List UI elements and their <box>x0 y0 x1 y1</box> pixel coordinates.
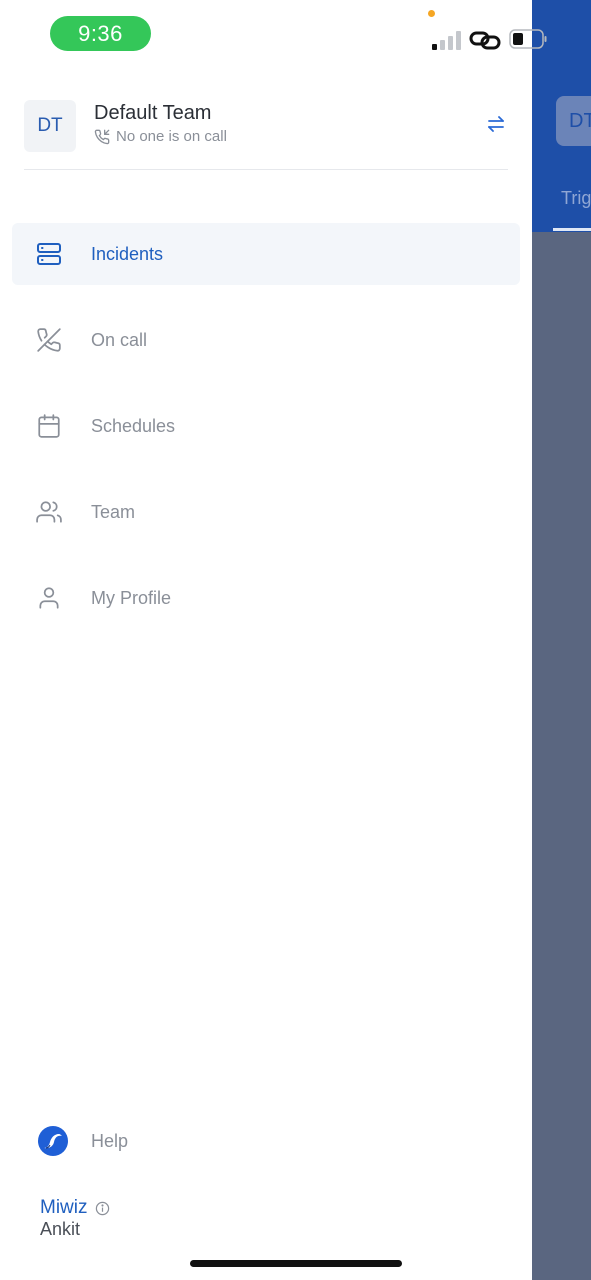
server-icon <box>37 243 61 265</box>
menu-item-label: Schedules <box>91 415 176 436</box>
cellular-signal-icon <box>432 30 462 50</box>
team-avatar[interactable]: DT <box>24 100 76 152</box>
team-name[interactable]: Default Team <box>94 102 211 125</box>
phone-off-icon <box>37 328 61 352</box>
organization-name-text: Miwiz <box>40 1197 88 1218</box>
menu-item-label: On call <box>91 329 148 350</box>
menu-item-team[interactable]: Team <box>12 481 520 543</box>
phone-incoming-icon <box>94 129 110 144</box>
privacy-indicator-dot <box>428 10 435 17</box>
menu-item-incidents[interactable]: Incidents <box>12 223 520 285</box>
organization-name[interactable]: Miwiz <box>40 1197 110 1219</box>
help-logo-icon[interactable] <box>38 1126 68 1156</box>
menu-item-my-profile[interactable]: My Profile <box>12 567 520 629</box>
background-tab-triggered[interactable]: Trig <box>561 188 591 209</box>
menu-item-schedules[interactable]: Schedules <box>12 395 520 457</box>
hotspot-link-icon <box>469 31 501 50</box>
on-call-status-text: No one is on call <box>116 128 227 145</box>
on-call-status: No one is on call <box>94 128 227 145</box>
calendar-icon <box>38 414 60 438</box>
menu-item-label: My Profile <box>91 587 172 608</box>
info-icon[interactable] <box>95 1201 110 1216</box>
switch-team-icon[interactable] <box>484 112 508 136</box>
home-indicator[interactable] <box>190 1260 402 1267</box>
header-divider <box>24 169 508 170</box>
menu-item-label: Team <box>91 501 136 522</box>
background-team-avatar[interactable]: DT <box>556 96 591 146</box>
navigation-drawer: 9:36 DT Default Team No one is on call I… <box>0 0 547 1280</box>
users-icon <box>36 501 62 523</box>
menu-item-label: Incidents <box>91 243 164 264</box>
help-link[interactable]: Help <box>91 1131 128 1152</box>
user-name: Ankit <box>40 1219 81 1239</box>
status-time: 9:36 <box>50 16 151 51</box>
background-tab-indicator <box>553 228 591 231</box>
menu-item-on-call[interactable]: On call <box>12 309 520 371</box>
user-icon <box>39 587 59 609</box>
battery-icon <box>509 29 547 49</box>
